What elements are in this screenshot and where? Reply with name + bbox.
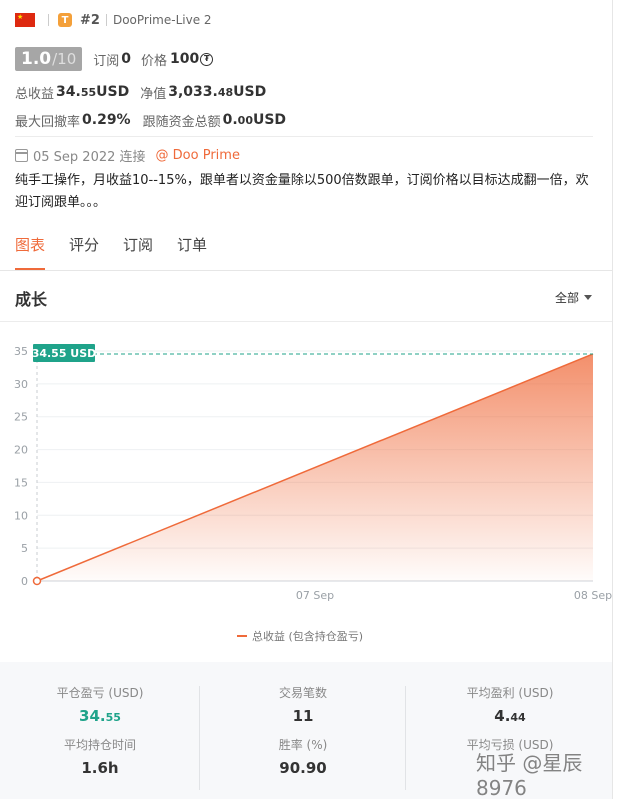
y-tick-label: 5	[21, 542, 28, 555]
tab-bar: 图表 评分 订阅 订单	[15, 234, 231, 270]
y-tick-label: 10	[14, 509, 28, 522]
legend-swatch	[237, 635, 247, 637]
connect-row: 05 Sep 2022 连接 @ Doo Prime	[15, 146, 240, 165]
start-point	[32, 576, 42, 586]
growth-chart: 0 5 10 15 20 25 30 35 07 Sep 08 Sep 34.55 USD	[14, 343, 612, 602]
watermark: 知乎 @星辰8976	[476, 751, 583, 799]
type-badge: T	[58, 13, 72, 27]
total-profit-unit: USD	[96, 84, 130, 100]
follow-funds-decimal: 00	[237, 113, 253, 127]
right-border	[612, 0, 613, 799]
last-value-label: 34.55 USD	[32, 347, 97, 360]
total-profit-decimal: 55	[80, 85, 97, 99]
range-filter-label: 全部	[555, 291, 580, 305]
avg-profit-stat: 平均盈利 (USD) 4.44	[410, 684, 610, 725]
y-tick-label: 25	[14, 411, 28, 424]
connect-date: 05 Sep 2022 连接	[33, 150, 146, 165]
divider	[15, 136, 593, 137]
tab-orders[interactable]: 订单	[177, 234, 207, 270]
closed-pl-stat: 平仓盈亏 (USD) 34.55	[0, 684, 200, 725]
subscribe-count: 0	[121, 51, 132, 67]
caret-down-icon	[584, 295, 593, 300]
score-row: 1.0 /10 订阅 0 价格 100 ₮	[15, 47, 214, 71]
chart-legend: 总收益 (包含持仓盈亏)	[237, 628, 363, 644]
closed-pl-label: 平仓盈亏 (USD)	[56, 686, 144, 700]
tab-chart[interactable]: 图表	[15, 234, 46, 270]
price-label: 价格	[141, 53, 168, 69]
range-filter-dropdown[interactable]: 全部	[555, 289, 593, 306]
currency-icon: ₮	[200, 52, 214, 66]
net-value-unit: USD	[233, 84, 267, 100]
calendar-icon	[15, 149, 28, 162]
winrate-label: 胜率 (%)	[278, 738, 328, 752]
score-value: 1.0	[21, 49, 52, 69]
subscribe-label: 订阅	[93, 53, 120, 69]
winrate-stat: 胜率 (%) 90.90	[203, 736, 403, 777]
avg-hold-value: 1.6h	[81, 759, 119, 777]
y-tick-label: 20	[14, 444, 28, 457]
tab-subscribe[interactable]: 订阅	[123, 234, 153, 270]
net-value-label: 净值	[140, 86, 167, 102]
broker-link[interactable]: @ Doo Prime	[156, 148, 240, 163]
y-tick-label: 15	[14, 476, 28, 489]
trades-stat: 交易笔数 11	[203, 684, 403, 725]
divider	[105, 14, 107, 26]
winrate-value: 90.90	[279, 759, 327, 777]
follow-funds-label: 跟随资金总额	[142, 114, 221, 130]
strategy-description: 纯手工操作，月收益10--15%，跟单者以资金量除以500倍数跟单，订阅价格以目…	[15, 173, 589, 210]
y-tick-label: 0	[21, 575, 28, 588]
tab-rating[interactable]: 评分	[69, 234, 99, 270]
drawdown-value: 0.29%	[82, 112, 131, 128]
x-tick-label: 07 Sep	[296, 589, 334, 602]
total-profit-label: 总收益	[15, 86, 55, 102]
divider	[405, 686, 406, 790]
follow-funds-unit: USD	[252, 112, 287, 128]
server-name: DooPrime-Live 2	[112, 13, 212, 27]
x-tick-label: 08 Sep	[574, 589, 612, 602]
y-tick-label: 30	[14, 378, 28, 391]
drawdown-row: 最大回撤率 0.29% 跟随资金总额 0. 00 USD	[15, 110, 286, 130]
net-value-decimal: 48	[217, 85, 234, 99]
rank: #2	[80, 12, 100, 28]
avg-profit-label: 平均盈利 (USD)	[466, 686, 554, 700]
price-value: 100	[170, 51, 200, 67]
y-tick-label: 35	[14, 345, 28, 358]
divider	[48, 14, 49, 26]
growth-title: 成长	[15, 290, 48, 309]
trades-value: 11	[292, 707, 314, 725]
net-value-main: 3,033.	[168, 84, 218, 100]
score-max: /10	[52, 50, 77, 68]
avg-profit-value: 4.44	[494, 707, 526, 725]
avg-hold-stat: 平均持仓时间 1.6h	[0, 736, 200, 777]
profit-row: 总收益 34. 55 USD 净值 3,033. 48 USD	[15, 82, 266, 102]
score-badge: 1.0 /10	[15, 47, 83, 71]
tabs-divider	[0, 270, 612, 271]
total-profit-main: 34.	[56, 84, 81, 100]
trades-label: 交易笔数	[278, 686, 327, 700]
follow-funds-main: 0.	[222, 112, 238, 128]
trader-header: ★ T #2 DooPrime-Live 2	[15, 10, 212, 30]
avg-hold-label: 平均持仓时间	[63, 738, 136, 752]
closed-pl-value: 34.55	[79, 707, 121, 725]
divider	[0, 321, 612, 322]
drawdown-label: 最大回撤率	[15, 114, 81, 130]
legend-label: 总收益 (包含持仓盈亏)	[252, 630, 364, 643]
china-flag-icon: ★	[15, 13, 35, 27]
